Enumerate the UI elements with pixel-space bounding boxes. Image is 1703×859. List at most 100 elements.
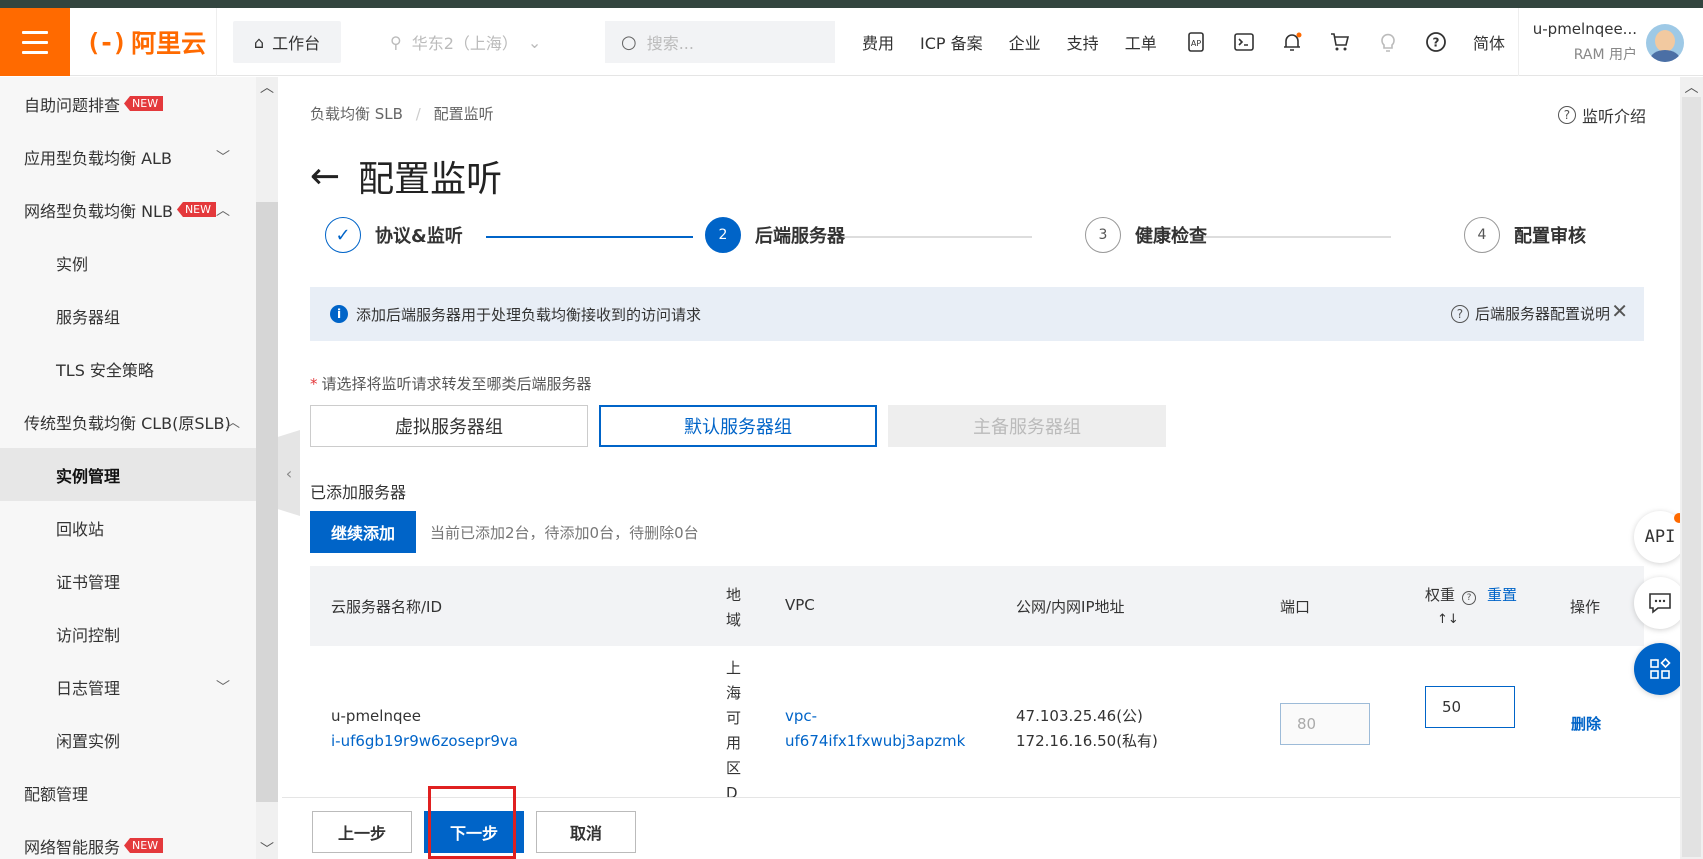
main-content: 负载均衡 SLB / 配置监听 ? 监听介绍 ← 配置监听 ✓ 协议&监听 2 … — [300, 77, 1680, 859]
chat-icon[interactable] — [1634, 577, 1686, 629]
search-placeholder: 搜索... — [646, 34, 694, 53]
required-mark: * — [310, 375, 318, 393]
nav-ticket[interactable]: 工单 — [1125, 30, 1157, 54]
nav-icp[interactable]: ICP 备案 — [920, 30, 983, 54]
new-badge: NEW — [124, 96, 164, 111]
avatar[interactable] — [1646, 24, 1684, 62]
cancel-button[interactable]: 取消 — [536, 811, 636, 853]
delete-link[interactable]: 删除 — [1571, 712, 1601, 737]
svg-text:?: ? — [1433, 36, 1440, 50]
nav-support[interactable]: 支持 — [1067, 30, 1099, 54]
sidebar-item-instance[interactable]: 实例 — [0, 236, 256, 289]
sidebar-item-label: 网络型负载均衡 NLB — [24, 201, 173, 221]
vpc-link-part1[interactable]: vpc- — [785, 704, 817, 729]
scrollbar-thumb[interactable] — [256, 202, 278, 802]
main-scrollbar[interactable]: ︿ — [1680, 77, 1703, 859]
back-arrow-icon[interactable]: ← — [310, 156, 340, 197]
server-region: 上海可用区D — [726, 659, 742, 802]
scrollbar-thumb[interactable] — [1682, 97, 1701, 857]
workbench-label: 工作台 — [272, 34, 321, 53]
sidebar-item-label: 服务器组 — [56, 307, 121, 327]
sidebar-item-network-intelligence[interactable]: 网络智能服务 NEW — [0, 819, 256, 859]
aliyun-logo[interactable]: (-) 阿里云 — [86, 8, 206, 76]
sidebar-item-certificates[interactable]: 证书管理 — [0, 554, 256, 607]
sort-icon[interactable]: ↑↓ — [1437, 612, 1459, 627]
col-port: 端口 — [1280, 598, 1311, 616]
sidebar-item-quota[interactable]: 配额管理 — [0, 766, 256, 819]
divider — [216, 8, 217, 76]
prev-step-button[interactable]: 上一步 — [312, 811, 412, 853]
sidebar-item-clb[interactable]: 传统型负载均衡 CLB(原SLB) ︿ — [0, 395, 256, 448]
sidebar-item-label: 配额管理 — [24, 784, 89, 804]
step-label: 协议&监听 — [375, 226, 463, 247]
sidebar-item-idle-instances[interactable]: 闲置实例 — [0, 713, 256, 766]
user-role: RAM 用户 — [1573, 47, 1637, 63]
svg-text:AP: AP — [1191, 39, 1201, 48]
public-ip: 47.103.25.46(公) — [1016, 707, 1143, 725]
cart-icon[interactable] — [1328, 30, 1352, 54]
api-float-button[interactable]: API — [1634, 511, 1686, 563]
listener-intro-link[interactable]: ? 监听介绍 — [1557, 103, 1646, 127]
help-icon[interactable]: ? — [1462, 586, 1476, 605]
bell-icon[interactable] — [1280, 30, 1304, 54]
location-icon: ⚲ — [390, 32, 402, 52]
api-doc-icon[interactable]: AP — [1184, 30, 1208, 54]
step-connector — [486, 236, 693, 238]
sidebar-item-alb[interactable]: 应用型负载均衡 ALB ﹀ — [0, 130, 256, 183]
nav-billing[interactable]: 费用 — [862, 30, 894, 54]
language-label[interactable]: 简体 — [1473, 30, 1505, 54]
breadcrumb: 负载均衡 SLB / 配置监听 — [310, 103, 494, 124]
terminal-icon[interactable] — [1232, 30, 1256, 54]
sidebar-item-recycle-bin[interactable]: 回收站 — [0, 501, 256, 554]
logo-mark: (-) — [86, 27, 127, 57]
sidebar-scrollbar[interactable]: ︿ ﹀ — [256, 77, 278, 859]
step-label: 后端服务器 — [755, 226, 845, 247]
server-id-link[interactable]: i-uf6gb19r9w6zosepr9va — [331, 729, 518, 754]
home-icon: ⌂ — [253, 32, 265, 52]
sidebar-item-self-diagnosis[interactable]: 自助问题排查 NEW — [0, 77, 256, 130]
region-selector[interactable]: ⚲ 华东2（上海） ⌄ — [390, 21, 541, 63]
breadcrumb-separator: / — [415, 105, 421, 123]
sidebar-item-instance-management[interactable]: 实例管理 — [0, 448, 256, 501]
weight-input[interactable]: 50 — [1425, 686, 1515, 728]
logo-text: 阿里云 — [131, 29, 207, 58]
step-review: 4 配置审核 — [1464, 217, 1586, 253]
workbench-button[interactable]: ⌂ 工作台 — [233, 21, 341, 63]
scroll-down-icon[interactable]: ﹀ — [256, 839, 278, 859]
default-server-group-option[interactable]: 默认服务器组 — [599, 405, 877, 447]
breadcrumb-slb[interactable]: 负载均衡 SLB — [310, 105, 403, 123]
sidebar-item-server-group[interactable]: 服务器组 — [0, 289, 256, 342]
help-icon[interactable]: ? — [1424, 30, 1448, 54]
master-slave-server-group-option: 主备服务器组 — [888, 405, 1166, 447]
api-label: API — [1644, 527, 1676, 547]
server-type-label: * 请选择将监听请求转发至哪类后端服务器 — [310, 373, 592, 394]
sidebar-item-label: 网络智能服务 — [24, 837, 121, 857]
col-weight: 权重 — [1425, 586, 1456, 604]
close-icon[interactable]: ✕ — [1611, 299, 1628, 323]
scroll-up-icon[interactable]: ︿ — [1680, 77, 1703, 97]
sidebar-item-access-control[interactable]: 访问控制 — [0, 607, 256, 660]
vpc-link-part2[interactable]: uf674ifx1fxwubj3apzmk — [785, 729, 965, 754]
menu-icon[interactable] — [0, 8, 70, 76]
sidebar-item-label: 实例管理 — [56, 466, 121, 486]
bulb-icon[interactable] — [1376, 30, 1400, 54]
continue-add-button[interactable]: 继续添加 — [310, 511, 416, 553]
backend-config-doc-link[interactable]: ? 后端服务器配置说明 — [1450, 303, 1610, 324]
scroll-up-icon[interactable]: ︿ — [256, 77, 278, 97]
reset-weight-link[interactable]: 重置 — [1487, 584, 1517, 605]
sidebar-collapse-handle[interactable]: ‹ — [278, 430, 300, 516]
backend-config-doc-label: 后端服务器配置说明 — [1474, 305, 1610, 323]
sidebar-item-label: 自助问题排查 — [24, 95, 121, 115]
apps-icon[interactable] — [1634, 643, 1686, 695]
virtual-server-group-option[interactable]: 虚拟服务器组 — [310, 405, 588, 447]
sidebar-item-nlb[interactable]: 网络型负载均衡 NLB NEW ︿ — [0, 183, 256, 236]
step-indicator: ✓ 协议&监听 2 后端服务器 3 健康检查 4 配置审核 — [325, 217, 1615, 257]
step-number: 3 — [1085, 217, 1121, 253]
user-info[interactable]: u-pmelnqee... RAM 用户 — [1532, 20, 1637, 64]
nav-enterprise[interactable]: 企业 — [1009, 30, 1041, 54]
search-input[interactable]: ○ 搜索... — [605, 21, 835, 63]
language-switch[interactable]: 简体 — [1473, 8, 1505, 76]
sidebar-item-tls-policy[interactable]: TLS 安全策略 — [0, 342, 256, 395]
sidebar-item-logs[interactable]: 日志管理 ﹀ — [0, 660, 256, 713]
step-connector — [837, 236, 1032, 238]
